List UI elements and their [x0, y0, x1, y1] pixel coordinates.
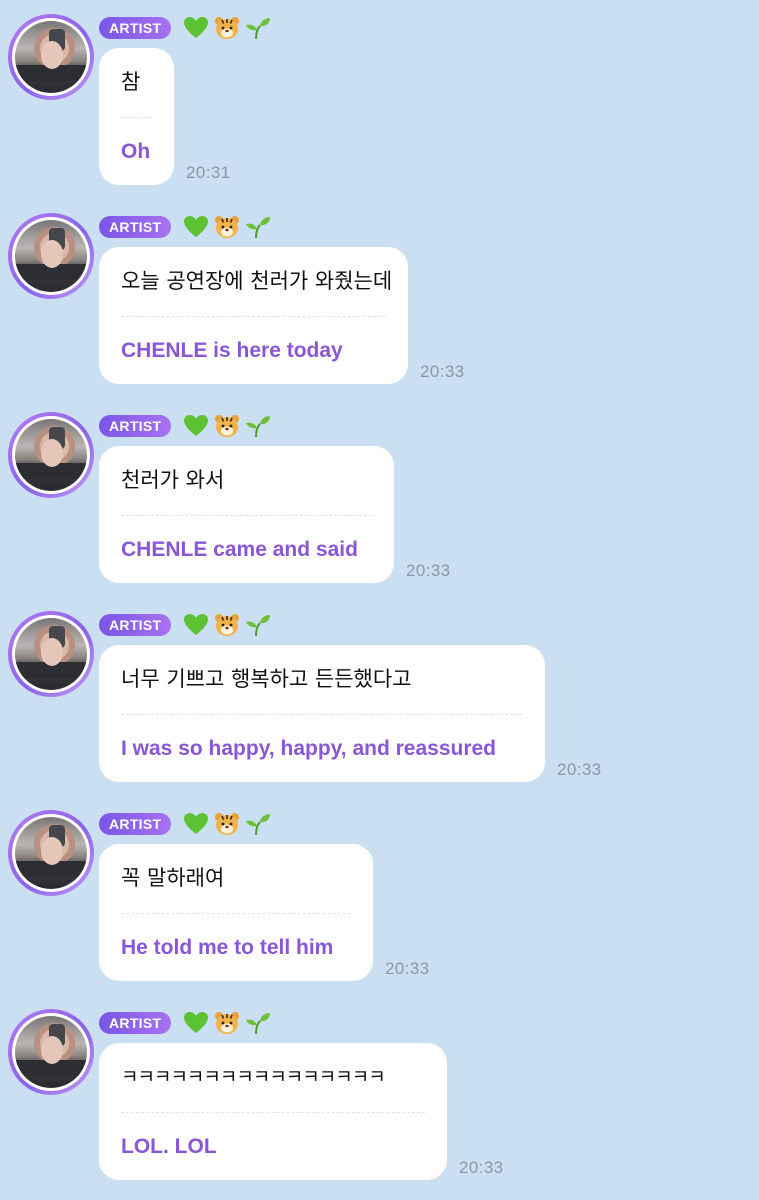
green-heart-icon [184, 17, 209, 38]
timestamp: 20:33 [459, 1158, 504, 1177]
chat-message: ARTIST 오늘 공연장에 천러가 와줬는데 CHENLE is here t… [0, 199, 759, 398]
translation-text: Oh [121, 140, 151, 163]
original-text: 천러가 와서 [121, 468, 225, 492]
translation-text: I was so happy, happy, and reassured [121, 737, 497, 760]
avatar[interactable] [8, 611, 94, 697]
translation-text: LOL. LOL [121, 1135, 217, 1158]
seedling-icon [246, 416, 271, 438]
green-heart-icon [184, 614, 209, 635]
timestamp: 20:33 [406, 561, 451, 580]
message-header: ARTIST [99, 16, 276, 40]
avatar[interactable] [8, 14, 94, 100]
green-heart-icon [184, 1012, 209, 1033]
original-text: ㅋㅋㅋㅋㅋㅋㅋㅋㅋㅋㅋㅋㅋㅋㅋㅋ [121, 1066, 386, 1088]
translation-text: CHENLE is here today [121, 339, 343, 362]
tiger-face-icon [215, 415, 240, 437]
green-heart-icon [184, 216, 209, 237]
chat-message: ARTIST 너무 기쁘고 행복하고 든든했다고 I was so happy,… [0, 597, 759, 796]
message-header: ARTIST [99, 215, 276, 239]
timestamp: 20:33 [557, 760, 602, 779]
artist-badge: ARTIST [99, 17, 172, 39]
chat-message: ARTIST 참 Oh 20:31 [0, 0, 759, 199]
avatar[interactable] [8, 1009, 94, 1095]
seedling-icon [246, 615, 271, 637]
seedling-icon [246, 1013, 271, 1035]
message-bubble[interactable]: 너무 기쁘고 행복하고 든든했다고 I was so happy, happy,… [99, 645, 545, 782]
timestamp: 20:33 [420, 362, 465, 381]
chat-message: ARTIST ㅋㅋㅋㅋㅋㅋㅋㅋㅋㅋㅋㅋㅋㅋㅋㅋ LOL. LOL 20:33 [0, 995, 759, 1194]
original-text: 오늘 공연장에 천러가 와줬는데 [121, 269, 393, 293]
artist-badge: ARTIST [99, 216, 172, 238]
green-heart-icon [184, 813, 209, 834]
tiger-face-icon [215, 1012, 240, 1034]
artist-badge: ARTIST [99, 614, 172, 636]
seedling-icon [246, 217, 271, 239]
chat-message: ARTIST 천러가 와서 CHENLE came and said 20:33 [0, 398, 759, 597]
tiger-face-icon [215, 813, 240, 835]
avatar[interactable] [8, 810, 94, 896]
message-bubble[interactable]: ㅋㅋㅋㅋㅋㅋㅋㅋㅋㅋㅋㅋㅋㅋㅋㅋ LOL. LOL [99, 1043, 447, 1180]
seedling-icon [246, 18, 271, 40]
tiger-face-icon [215, 614, 240, 636]
timestamp: 20:31 [186, 163, 231, 182]
avatar[interactable] [8, 412, 94, 498]
tiger-face-icon [215, 17, 240, 39]
tiger-face-icon [215, 216, 240, 238]
translation-text: CHENLE came and said [121, 538, 358, 561]
message-header: ARTIST [99, 613, 276, 637]
green-heart-icon [184, 415, 209, 436]
message-header: ARTIST [99, 812, 276, 836]
message-header: ARTIST [99, 1011, 276, 1035]
message-bubble[interactable]: 꼭 말하래여 He told me to tell him [99, 844, 373, 981]
message-bubble[interactable]: 천러가 와서 CHENLE came and said [99, 446, 394, 583]
message-bubble[interactable]: 참 Oh [99, 48, 174, 185]
artist-badge: ARTIST [99, 415, 172, 437]
timestamp: 20:33 [385, 959, 430, 978]
seedling-icon [246, 814, 271, 836]
artist-badge: ARTIST [99, 813, 172, 835]
original-text: 너무 기쁘고 행복하고 든든했다고 [121, 667, 412, 691]
chat-thread: ARTIST 참 Oh 20:31 ARTIST 오늘 공연장에 천러가 와줬는… [0, 0, 759, 1200]
original-text: 꼭 말하래여 [121, 866, 225, 890]
chat-message: ARTIST 꼭 말하래여 He told me to tell him 20:… [0, 796, 759, 995]
avatar[interactable] [8, 213, 94, 299]
original-text: 참 [121, 70, 141, 94]
translation-text: He told me to tell him [121, 936, 334, 959]
message-bubble[interactable]: 오늘 공연장에 천러가 와줬는데 CHENLE is here today [99, 247, 408, 384]
artist-badge: ARTIST [99, 1012, 172, 1034]
message-header: ARTIST [99, 414, 276, 438]
